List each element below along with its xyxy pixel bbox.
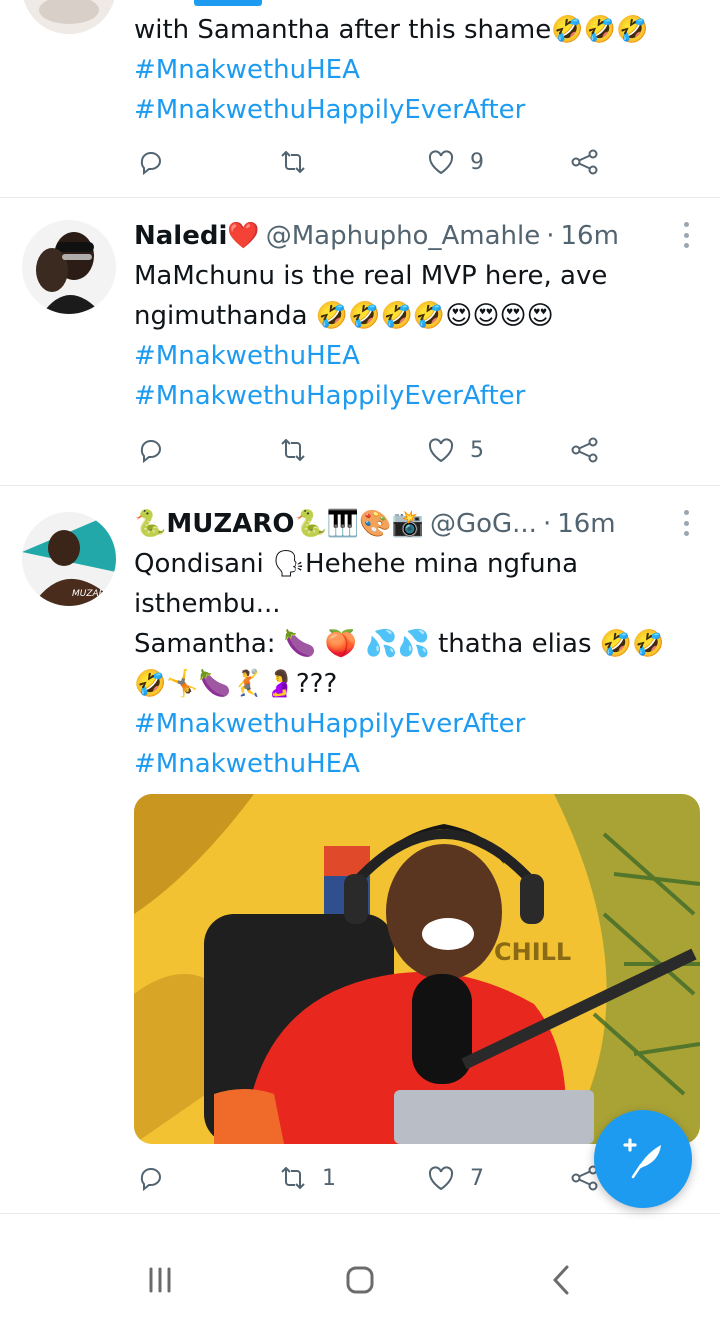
tweet-text-line: Samantha: 🍆 🍑 💦💦 thatha elias 🤣🤣 bbox=[134, 629, 665, 659]
recent-apps-button[interactable] bbox=[140, 1260, 180, 1300]
like-button[interactable]: 5 bbox=[426, 430, 484, 470]
tweet-text-line: isthembu... bbox=[134, 589, 281, 619]
share-button[interactable] bbox=[570, 142, 600, 182]
like-count: 7 bbox=[470, 1165, 484, 1191]
separator-dot: · bbox=[546, 221, 555, 251]
share-button[interactable] bbox=[570, 430, 600, 470]
heart-icon bbox=[428, 1166, 454, 1191]
avatar-image: MUZARO bbox=[22, 512, 116, 606]
tweet-text-line: MaMchunu is the real MVP here, ave bbox=[134, 261, 608, 291]
tweet[interactable]: Naledi❤️ @Maphupho_Amahle · 16m MaMchunu… bbox=[0, 198, 720, 486]
display-name[interactable]: 🐍MUZARO🐍🎹🎨📸 bbox=[134, 509, 424, 539]
avatar[interactable] bbox=[22, 220, 116, 314]
tweet-actions: 9 bbox=[134, 142, 614, 182]
separator-dot: · bbox=[542, 509, 552, 539]
reply-button[interactable] bbox=[136, 142, 166, 182]
retweet-button[interactable] bbox=[278, 430, 308, 470]
hashtag-link[interactable]: #MnakwethuHEA bbox=[134, 50, 700, 90]
tweet-text-line: ngimuthanda 🤣🤣🤣🤣😍😍😍😍 bbox=[134, 301, 554, 331]
hashtag-link[interactable]: #MnakwethuHappilyEverAfter bbox=[134, 376, 700, 416]
more-vertical-icon bbox=[683, 222, 689, 227]
tweet[interactable]: with Samantha after this shame🤣🤣🤣 #Mnakw… bbox=[0, 0, 720, 198]
recent-apps-icon bbox=[149, 1267, 171, 1293]
more-options-button[interactable] bbox=[682, 510, 690, 536]
media-background-text: CHILL bbox=[494, 938, 571, 966]
reply-icon bbox=[140, 440, 161, 464]
tweet-text-line: Qondisani 🗣Hehehe mina ngfuna bbox=[134, 549, 579, 579]
like-button[interactable]: 9 bbox=[426, 142, 484, 182]
tweet-text-line: 🤣🤸🍆🤾🤰??? bbox=[134, 669, 338, 699]
reply-icon bbox=[140, 1168, 161, 1192]
tweet-header: 🐍MUZARO🐍🎹🎨📸 @GoG... · 16m bbox=[134, 506, 616, 542]
like-count: 5 bbox=[470, 437, 484, 463]
retweet-icon bbox=[281, 150, 305, 174]
reply-button[interactable] bbox=[136, 430, 166, 470]
avatar-image bbox=[22, 220, 116, 314]
hashtag-link[interactable]: #MnakwethuHEA bbox=[134, 336, 700, 376]
share-icon bbox=[571, 149, 598, 175]
tweet-header: Naledi❤️ @Maphupho_Amahle · 16m bbox=[134, 218, 619, 254]
tweet-text-line: with Samantha after this shame🤣🤣🤣 bbox=[134, 15, 649, 45]
avatar[interactable] bbox=[22, 0, 116, 34]
compose-tweet-button[interactable] bbox=[594, 1110, 692, 1208]
home-icon bbox=[346, 1266, 374, 1294]
user-handle[interactable]: @Maphupho_Amahle bbox=[266, 221, 540, 251]
heart-icon bbox=[428, 150, 454, 175]
more-vertical-icon bbox=[683, 510, 689, 515]
reply-icon bbox=[140, 152, 161, 176]
user-handle[interactable]: @GoG... bbox=[430, 509, 537, 539]
more-options-button[interactable] bbox=[682, 222, 690, 248]
tweet-timestamp[interactable]: 16m bbox=[560, 221, 618, 251]
retweet-icon bbox=[281, 1166, 305, 1190]
like-button[interactable]: 7 bbox=[426, 1158, 484, 1198]
hashtag-link[interactable]: #MnakwethuHappilyEverAfter bbox=[134, 90, 700, 130]
retweet-icon bbox=[281, 438, 305, 462]
media-photo: CHILL bbox=[134, 794, 700, 1144]
tweet-actions: 5 bbox=[134, 430, 614, 470]
tweet-timestamp[interactable]: 16m bbox=[557, 509, 615, 539]
hashtag-link[interactable]: #MnakwethuHEA bbox=[134, 744, 700, 784]
reply-button[interactable] bbox=[136, 1158, 166, 1198]
heart-icon bbox=[428, 438, 454, 463]
tweet-feed: with Samantha after this shame🤣🤣🤣 #Mnakw… bbox=[0, 0, 720, 1236]
home-button[interactable] bbox=[340, 1260, 380, 1300]
system-navigation-bar bbox=[0, 1236, 720, 1320]
svg-text:MUZARO: MUZARO bbox=[72, 589, 112, 599]
hashtag-link[interactable]: #MnakwethuHappilyEverAfter bbox=[134, 704, 700, 744]
display-name[interactable]: Naledi❤️ bbox=[134, 221, 260, 251]
back-icon bbox=[553, 1265, 569, 1295]
avatar[interactable]: MUZARO bbox=[22, 512, 116, 606]
tweet-actions: 1 7 bbox=[134, 1158, 614, 1198]
back-button[interactable] bbox=[542, 1260, 582, 1300]
compose-tweet-icon bbox=[623, 1138, 661, 1179]
retweet-count: 1 bbox=[322, 1165, 336, 1191]
retweet-button[interactable] bbox=[278, 142, 308, 182]
avatar-image bbox=[22, 0, 116, 34]
share-icon bbox=[571, 437, 598, 463]
tweet-media-image[interactable]: CHILL bbox=[134, 794, 700, 1144]
retweet-button[interactable]: 1 bbox=[278, 1158, 336, 1198]
like-count: 9 bbox=[470, 149, 484, 175]
